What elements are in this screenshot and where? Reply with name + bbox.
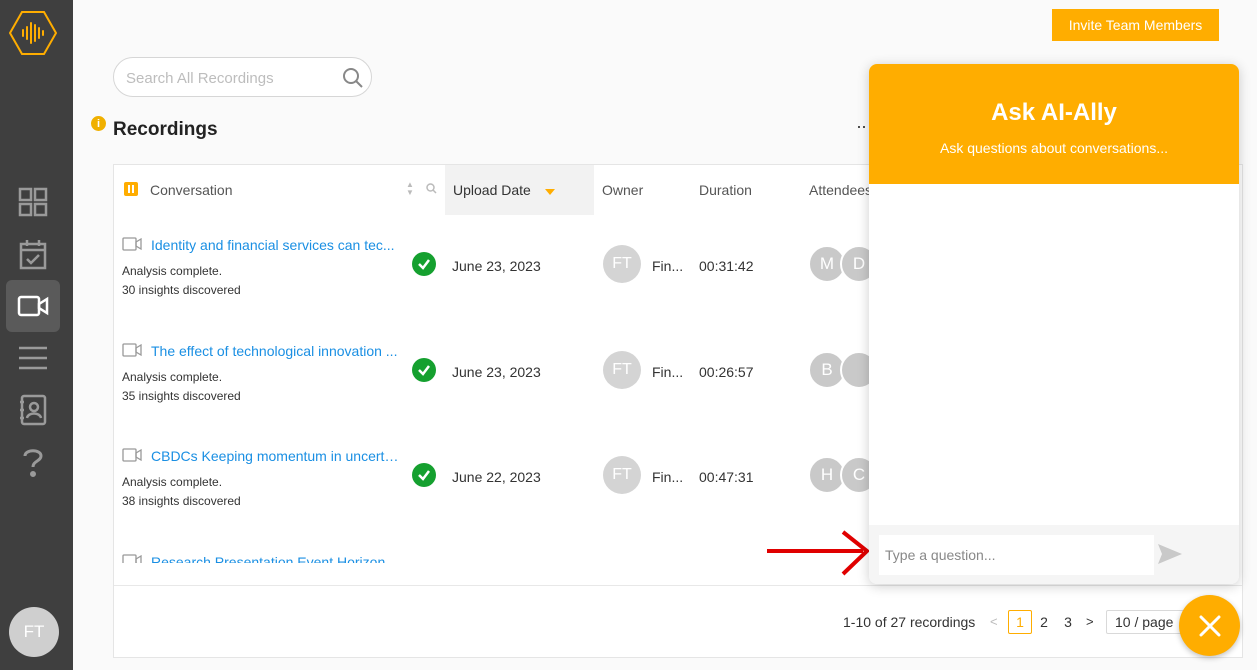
- invite-team-members-button[interactable]: Invite Team Members: [1052, 9, 1219, 41]
- sidebar-item-recordings[interactable]: [6, 280, 60, 332]
- recording-title-link[interactable]: The effect of technological innovation .…: [151, 343, 403, 359]
- pagination-total: 1-10 of 27 recordings: [843, 614, 976, 630]
- owner-avatar: FT: [603, 456, 641, 494]
- sidebar-item-calendar[interactable]: [6, 228, 60, 280]
- info-icon[interactable]: i: [91, 116, 106, 131]
- check-icon: [412, 252, 436, 276]
- video-icon: [122, 448, 142, 462]
- red-arrow-annotation: [767, 530, 871, 576]
- analysis-status: Analysis complete.: [122, 370, 223, 384]
- duration: 00:26:57: [699, 364, 754, 380]
- sort-arrows-icon[interactable]: ▲ ▼: [406, 181, 414, 197]
- ai-ally-title: Ask AI-Ally: [991, 99, 1117, 126]
- page-size-select[interactable]: 10 / page: [1106, 610, 1186, 634]
- help-icon: [23, 449, 43, 477]
- user-avatar[interactable]: FT: [9, 607, 59, 657]
- column-search-icon[interactable]: [426, 183, 437, 194]
- upload-date: June 23, 2023: [452, 258, 541, 274]
- sidebar: FT: [0, 0, 73, 670]
- upload-date: June 22, 2023: [452, 469, 541, 485]
- sidebar-item-dashboard[interactable]: [6, 176, 60, 228]
- column-settings-icon[interactable]: [124, 182, 138, 196]
- video-icon: [122, 237, 142, 251]
- column-owner[interactable]: Owner: [602, 165, 692, 215]
- page-button-2[interactable]: 2: [1032, 610, 1056, 634]
- sidebar-item-list[interactable]: [6, 332, 60, 384]
- sidebar-item-help[interactable]: [6, 436, 60, 488]
- ai-ally-panel: Ask AI-Ally Ask questions about conversa…: [869, 64, 1239, 584]
- contacts-icon: [20, 394, 47, 426]
- owner-name: Fin...: [652, 364, 684, 380]
- check-icon: [412, 358, 436, 382]
- recording-title-link[interactable]: Research Presentation Event Horizon: [151, 554, 403, 563]
- prev-page-button[interactable]: <: [990, 614, 998, 629]
- send-icon[interactable]: [1157, 543, 1183, 565]
- upload-date: June 23, 2023: [452, 364, 541, 380]
- owner-name: Fin...: [652, 258, 684, 274]
- check-icon: [412, 463, 436, 487]
- video-camera-icon: [17, 295, 49, 317]
- dashboard-icon: [18, 187, 48, 217]
- insights-count: 30 insights discovered: [122, 283, 241, 297]
- calendar-check-icon: [19, 240, 47, 270]
- page-button-1[interactable]: 1: [1008, 610, 1032, 634]
- search-input[interactable]: [126, 67, 336, 89]
- ai-ally-subtitle: Ask questions about conversations...: [939, 140, 1169, 156]
- sidebar-item-contacts[interactable]: [6, 384, 60, 436]
- owner-avatar: FT: [603, 351, 641, 389]
- recording-title-link[interactable]: Identity and financial services can tec.…: [151, 237, 403, 253]
- owner-avatar: FT: [603, 245, 641, 283]
- analysis-status: Analysis complete.: [122, 264, 223, 278]
- insights-count: 38 insights discovered: [122, 494, 241, 508]
- close-icon: [1199, 615, 1220, 636]
- page-title: Recordings: [113, 119, 218, 140]
- ai-ally-input-bar: [869, 525, 1239, 584]
- sort-descending-icon: [544, 189, 555, 195]
- duration: 00:31:42: [699, 258, 754, 274]
- insights-count: 35 insights discovered: [122, 389, 241, 403]
- page-button-3[interactable]: 3: [1056, 610, 1080, 634]
- close-ai-ally-button[interactable]: [1179, 595, 1240, 656]
- ai-ally-header: Ask AI-Ally Ask questions about conversa…: [869, 64, 1239, 184]
- column-duration[interactable]: Duration: [699, 165, 799, 215]
- column-conversation[interactable]: Conversation ▲ ▼: [114, 165, 445, 215]
- menu-lines-icon: [19, 346, 47, 370]
- video-icon: [122, 343, 142, 357]
- recording-title-link[interactable]: CBDCs Keeping momentum in uncerta...: [151, 448, 403, 464]
- analysis-status: Analysis complete.: [122, 475, 223, 489]
- owner-name: Fin...: [652, 469, 684, 485]
- column-upload-date[interactable]: Upload Date: [445, 165, 594, 215]
- pagination: 1-10 of 27 recordings < 1 2 3 > 10 / pag…: [114, 585, 1242, 634]
- next-page-button[interactable]: >: [1086, 614, 1094, 629]
- search-recordings: [113, 57, 372, 97]
- search-icon[interactable]: [342, 67, 364, 89]
- question-input[interactable]: [879, 535, 1154, 575]
- video-icon: [122, 554, 142, 563]
- app-logo[interactable]: [8, 10, 58, 56]
- duration: 00:47:31: [699, 469, 754, 485]
